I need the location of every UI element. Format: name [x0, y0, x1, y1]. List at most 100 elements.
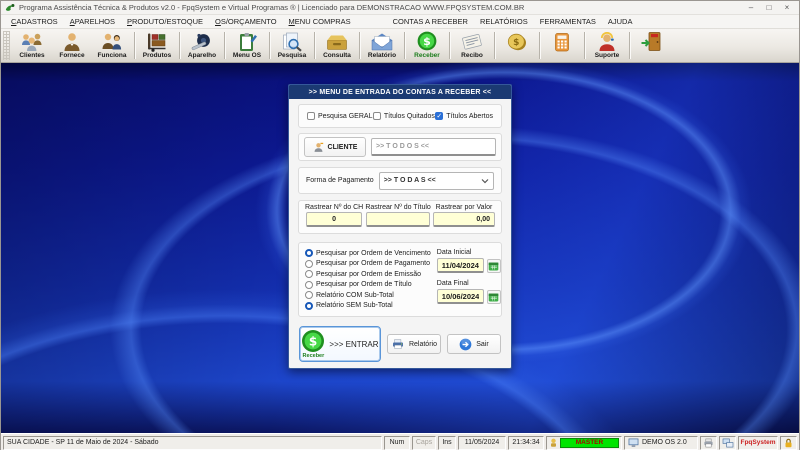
cliente-button-label: CLIENTE	[327, 143, 358, 151]
radio-ordem-titulo[interactable]: Pesquisar por Ordem de Título	[305, 280, 431, 290]
calculator-icon	[550, 31, 574, 52]
toolbar-clientes-button[interactable]: Clientes	[12, 29, 52, 62]
menu-relatorios[interactable]: RELATÓRIOS	[474, 15, 534, 28]
radio-label: Pesquisar por Ordem de Título	[316, 281, 412, 289]
toolbar-recibo-button[interactable]: Recibo	[452, 29, 492, 62]
radio-circle[interactable]	[305, 270, 313, 279]
toolbar-receber-button[interactable]: $ Receber	[407, 29, 447, 62]
radio-circle[interactable]	[305, 301, 313, 310]
checkbox-pesquisa-geral[interactable]: Pesquisa GERAL	[307, 112, 372, 120]
checkbox-label: Títulos Quitados	[383, 112, 435, 120]
data-final-input[interactable]	[436, 289, 484, 304]
data-inicial-calendar-button[interactable]	[486, 258, 501, 273]
status-bar: SUA CIDADE - SP 11 de Maio de 2024 - Sáb…	[1, 433, 799, 450]
minimize-button[interactable]: –	[743, 2, 759, 14]
radio-relatorio-sem-subtotal[interactable]: Relatório SEM Sub-Total	[305, 301, 431, 311]
status-system-label: DEMO OS 2.0	[642, 439, 687, 446]
toolbar-funciona-button[interactable]: Funciona	[92, 29, 132, 62]
checkbox-titulos-quitados[interactable]: Títulos Quitados	[372, 112, 435, 120]
calendar-icon	[488, 292, 499, 302]
toolbar-relatorio-button[interactable]: Relatório	[362, 29, 402, 62]
toolbar-aparelho-button[interactable]: Aparelho	[182, 29, 222, 62]
toolbar-fornece-button[interactable]: Fornece	[52, 29, 92, 62]
rastrear-valor-input[interactable]	[433, 212, 495, 227]
cliente-group: CLIENTE	[298, 133, 502, 161]
menu-aparelhos[interactable]: APARELHOS	[64, 15, 121, 28]
dialog-titlebar[interactable]: >> MENU DE ENTRADA DO CONTAS A RECEBER <…	[289, 85, 511, 99]
rastrear-ch-input[interactable]	[306, 212, 363, 227]
forma-pagamento-value: >> T O D A S <<	[383, 177, 436, 184]
radio-circle[interactable]	[305, 280, 313, 289]
lookup-icon	[325, 31, 349, 52]
app-logo-icon	[5, 3, 15, 13]
coin-icon: $	[505, 31, 529, 52]
toolbar-separator	[539, 32, 540, 59]
toolbar-separator	[584, 32, 585, 59]
data-final-calendar-button[interactable]	[486, 289, 501, 304]
status-brand: FpqSystem	[738, 435, 778, 450]
radio-ordem-vencimento[interactable]: Pesquisar por Ordem de Vencimento	[305, 248, 431, 258]
window-title: Programa Assistência Técnica & Produtos …	[19, 3, 525, 12]
svg-text:$: $	[423, 35, 431, 48]
toolbar-fornece-label: Fornece	[59, 52, 85, 59]
cliente-input[interactable]	[371, 138, 496, 156]
menu-ferramentas[interactable]: FERRAMENTAS	[534, 15, 602, 28]
toolbar-suporte-button[interactable]: Suporte	[587, 29, 627, 62]
status-numlock: Num	[384, 435, 410, 450]
status-location: SUA CIDADE - SP 11 de Maio de 2024 - Sáb…	[3, 435, 382, 450]
rastrear-ch-label: Rastrear Nº do CH	[305, 204, 364, 211]
menu-produto-estoque[interactable]: PRODUTO/ESTOQUE	[121, 15, 209, 28]
radio-ordem-emissao[interactable]: Pesquisar por Ordem de Emissão	[305, 269, 431, 279]
window-titlebar[interactable]: Programa Assistência Técnica & Produtos …	[1, 1, 799, 15]
toolbar-menu-os-label: Menu OS	[232, 52, 262, 59]
menu-contas-a-receber[interactable]: CONTAS A RECEBER	[387, 15, 474, 28]
toolbar-calculadora-button[interactable]	[542, 29, 582, 62]
lock-icon	[784, 438, 793, 448]
entrar-label: >>> ENTRAR	[329, 339, 379, 349]
forma-pagamento-group: Forma de Pagamento >> T O D A S <<	[298, 167, 502, 194]
data-final-label: Data Final	[436, 280, 469, 287]
dialog-buttons-row: $ Receber >>> ENTRAR Relatório Sair	[298, 326, 502, 362]
toolbar-separator	[629, 32, 630, 59]
radio-ordem-pagamento[interactable]: Pesquisar por Ordem de Pagamento	[305, 259, 431, 269]
status-lock-panel	[780, 435, 797, 450]
radio-label: Pesquisar por Ordem de Emissão	[316, 270, 422, 278]
toolbar-sair-button[interactable]	[632, 29, 672, 62]
status-time: 21:34:34	[508, 435, 544, 450]
radio-relatorio-com-subtotal[interactable]: Relatório COM Sub-Total	[305, 290, 431, 300]
receber-dollar-icon: $ Receber	[301, 329, 325, 359]
forma-pagamento-select[interactable]: >> T O D A S <<	[378, 171, 494, 190]
cliente-button[interactable]: CLIENTE	[304, 137, 366, 157]
menu-ajuda[interactable]: AJUDA	[602, 15, 639, 28]
data-inicial-input[interactable]	[436, 258, 484, 273]
search-icon	[280, 31, 304, 52]
checkbox-titulos-abertos[interactable]: ✓ Títulos Abertos	[435, 112, 493, 120]
checkbox-box[interactable]	[372, 112, 381, 120]
toolbar-produtos-button[interactable]: Produtos	[137, 29, 177, 62]
toolbar-menu-os-button[interactable]: Menu OS	[227, 29, 267, 62]
toolbar-separator	[494, 32, 495, 59]
toolbar-pesquisa-button[interactable]: Pesquisa	[272, 29, 312, 62]
relatorio-button[interactable]: Relatório	[386, 334, 441, 354]
toolbar-moeda-button[interactable]: $	[497, 29, 537, 62]
toolbar-separator	[359, 32, 360, 59]
radio-circle[interactable]	[305, 259, 313, 268]
sair-button[interactable]: Sair	[446, 334, 501, 354]
rastrear-titulo-input[interactable]	[366, 212, 431, 227]
dialog-body: Pesquisa GERAL Títulos Quitados ✓ Título…	[289, 99, 511, 362]
menu-cadastros[interactable]: CADASTROS	[5, 15, 64, 28]
maximize-button[interactable]: □	[761, 2, 777, 14]
toolbar-aparelho-label: Aparelho	[187, 52, 217, 59]
menu-os-orcamento[interactable]: OS/ORÇAMENTO	[209, 15, 283, 28]
entrar-button[interactable]: $ Receber >>> ENTRAR	[299, 326, 381, 362]
checkbox-box[interactable]: ✓	[435, 112, 444, 120]
checkbox-box[interactable]	[307, 112, 315, 120]
radio-circle[interactable]	[305, 249, 313, 257]
relatorio-label: Relatório	[408, 340, 437, 348]
menu-menu-compras[interactable]: MENU COMPRAS	[283, 15, 357, 28]
close-button[interactable]: ×	[779, 2, 795, 14]
application-window: Programa Assistência Técnica & Produtos …	[0, 0, 800, 450]
radio-circle[interactable]	[305, 291, 313, 300]
svg-text:$: $	[513, 38, 519, 48]
toolbar-consulta-button[interactable]: Consulta	[317, 29, 357, 62]
